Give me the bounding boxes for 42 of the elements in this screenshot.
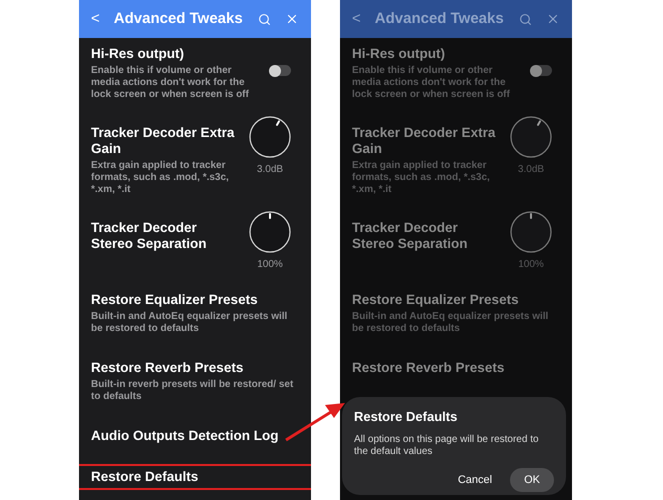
setting-title: Tracker Decoder Stereo Separation xyxy=(352,220,469,252)
setting-title: Restore Defaults xyxy=(91,469,200,485)
ok-button[interactable]: OK xyxy=(510,468,554,492)
setting-description: Extra gain applied to tracker formats, such as .mod, *.s3c, *.xm, *.it xyxy=(91,160,230,196)
setting-row[interactable]: Audio Outputs Detection Log xyxy=(79,423,311,449)
search-icon[interactable] xyxy=(519,12,532,26)
setting-description: Built-in reverb presets will be restored/ set to defaults xyxy=(91,379,294,403)
setting-title: Tracker Decoder Extra Gain xyxy=(91,125,236,157)
setting-description: Enable this if volume or other media actions don't work for the lock screen or when screen is off xyxy=(352,65,511,101)
knob-reading: 100% xyxy=(257,258,283,272)
setting-description: Enable this if volume or other media actions don't work for the lock screen or when screen is off xyxy=(91,65,250,101)
cancel-button[interactable]: Cancel xyxy=(458,472,492,488)
setting-title: Restore Reverb Presets xyxy=(352,360,506,376)
search-icon[interactable] xyxy=(258,12,271,26)
setting-title: Hi-Res output) xyxy=(91,46,185,62)
setting-row[interactable]: Restore Reverb Presets Built-in reverb presets will be restored/ set to defaults xyxy=(79,355,311,408)
back-button[interactable]: < xyxy=(91,8,100,30)
knob-reading: 3.0dB xyxy=(256,163,284,177)
knob-reading: 100% xyxy=(518,258,544,272)
toggle-switch[interactable] xyxy=(269,65,291,76)
page-title: Advanced Tweaks xyxy=(114,8,244,29)
setting-row[interactable]: Restore Equalizer Presets Built-in and AutoEq equalizer presets will be restored to defaults xyxy=(79,287,311,340)
setting-row[interactable]: Restore Equalizer Presets Built-in and AutoEq equalizer presets will be restored to defaults xyxy=(340,287,572,340)
setting-description: Built-in and AutoEq equalizer presets will be restored to defaults xyxy=(352,311,550,335)
setting-title: Audio Outputs Detection Log xyxy=(91,428,280,444)
setting-row[interactable]: Restore Reverb Presets xyxy=(340,355,572,381)
page-title: Advanced Tweaks xyxy=(374,8,505,29)
setting-title: Restore Equalizer Presets xyxy=(352,292,520,308)
setting-title: Tracker Decoder Extra Gain xyxy=(352,125,496,157)
setting-description: Extra gain applied to tracker formats, such as .mod, *.s3c, *.xm, *.it xyxy=(352,160,491,196)
setting-title: Hi-Res output) xyxy=(352,46,446,62)
setting-title: Restore Reverb Presets xyxy=(91,360,244,376)
dialog-title: Restore Defaults xyxy=(354,408,458,426)
close-icon[interactable] xyxy=(285,12,299,26)
setting-title: Restore Equalizer Presets xyxy=(91,292,259,308)
setting-title: Tracker Decoder Stereo Separation xyxy=(91,220,208,252)
knob-reading: 3.0dB xyxy=(518,163,544,177)
toggle-switch[interactable] xyxy=(530,65,552,76)
setting-row[interactable]: Restore Defaults xyxy=(79,464,311,490)
dialog-message: All options on this page will be restored to the default values xyxy=(354,434,540,458)
setting-description: Built-in and AutoEq equalizer presets will be restored to defaults xyxy=(91,311,288,335)
close-icon[interactable] xyxy=(546,12,560,26)
